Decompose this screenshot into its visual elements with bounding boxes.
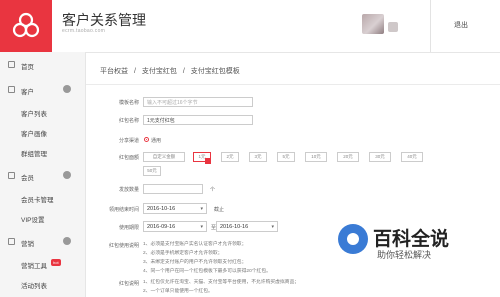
use-start-date[interactable]: 2016-09-16 ▾ (143, 221, 207, 232)
collect-end-date[interactable]: 2016-10-16 ▾ (143, 203, 207, 214)
share-radio-label: 通用 (151, 138, 162, 144)
sidebar-item-label: 营销 (21, 241, 34, 248)
amount-label: 红包面额 (118, 155, 139, 161)
quantity-label: 发放数量 (118, 187, 139, 193)
header-divider (430, 0, 431, 52)
chevron-icon (63, 85, 71, 93)
breadcrumb-sep: / (182, 68, 185, 75)
breadcrumb-current: 支付宝红包模板 (190, 68, 240, 75)
home-icon (8, 61, 15, 68)
hot-badge: hot (51, 259, 61, 266)
sidebar: 首页 客户 客户列表 客户画像 群组管理 会员 会员卡管理 VIP设置 营销 营… (0, 52, 86, 297)
watermark-logo-icon (338, 224, 368, 254)
breadcrumb-divider (86, 84, 500, 85)
member-icon (8, 172, 15, 179)
logo-icon (12, 12, 40, 38)
sidebar-item-label: 首页 (21, 64, 34, 71)
sidebar-item-label: 会员 (21, 175, 34, 182)
logout-link[interactable]: 退出 (454, 20, 468, 30)
breadcrumb-sep: / (133, 68, 136, 75)
chevron-down-icon: ▾ (271, 224, 274, 230)
chevron-down-icon: ▾ (200, 206, 203, 212)
chevron-down-icon: ▾ (200, 224, 203, 230)
redpack-name-input[interactable]: 1元支付红包 (143, 115, 253, 125)
amount-option-20[interactable]: 20元 (337, 152, 359, 162)
amount-option-10[interactable]: 10元 (305, 152, 327, 162)
amount-option-2[interactable]: 2元 (221, 152, 239, 162)
watermark-subtitle: 助你轻松解决 (377, 250, 432, 260)
chevron-icon (63, 171, 71, 179)
user-name-blur (388, 22, 398, 32)
desc-list: 1、红包仅允许在淘宝、天猫、支付宝等平台使用，不允许购买虚拟商品； 2、一个订单… (143, 280, 300, 294)
amount-option-3[interactable]: 3元 (249, 152, 267, 162)
app-title: 客户关系管理 (62, 12, 146, 28)
collect-end-suffix: 截止 (214, 207, 225, 213)
user-avatar[interactable] (362, 14, 384, 34)
template-name-input[interactable]: 输入不可超过16个字节 (143, 97, 253, 107)
breadcrumb-platform[interactable]: 平台权益 (100, 68, 128, 75)
rules-list: 1、必须是支付宝账户实名认证客户才允许领取； 2、必须是手机绑定客户才允许领取；… (143, 242, 271, 274)
share-radio[interactable] (144, 137, 149, 142)
quantity-input[interactable] (143, 184, 203, 194)
quantity-unit: 个 (210, 187, 216, 193)
sidebar-item-label: 客户 (21, 89, 34, 96)
desc-label: 红包说明 (118, 281, 139, 287)
collect-end-label: 领用结束时间 (108, 207, 139, 213)
rules-label: 红包使用说明 (108, 243, 139, 249)
share-channel-label: 分享渠道 (118, 138, 139, 144)
use-end-date[interactable]: 2016-10-16 ▾ (216, 221, 278, 232)
amount-option-50[interactable]: 50元 (143, 166, 161, 176)
amount-option-40[interactable]: 40元 (401, 152, 423, 162)
template-name-label: 模板名称 (118, 100, 139, 106)
amount-custom[interactable]: 自定义金额 (143, 152, 185, 162)
check-icon (205, 158, 211, 164)
app-subtitle: ecrm.taobao.com (62, 28, 106, 34)
use-period-label: 使用期限 (118, 225, 139, 231)
redpack-name-label: 红包名称 (118, 118, 139, 124)
breadcrumb: 平台权益 / 支付宝红包 / 支付宝红包模板 (100, 66, 244, 76)
amount-option-5[interactable]: 5元 (277, 152, 295, 162)
app-logo[interactable] (0, 0, 52, 52)
breadcrumb-alipay[interactable]: 支付宝红包 (142, 68, 177, 75)
chevron-icon (63, 237, 71, 245)
customer-icon (8, 86, 15, 93)
amount-option-30[interactable]: 30元 (369, 152, 391, 162)
watermark-title: 百科全说 (373, 229, 450, 250)
marketing-icon (8, 238, 15, 245)
top-bar: 客户关系管理 ecrm.taobao.com 退出 (0, 0, 500, 53)
